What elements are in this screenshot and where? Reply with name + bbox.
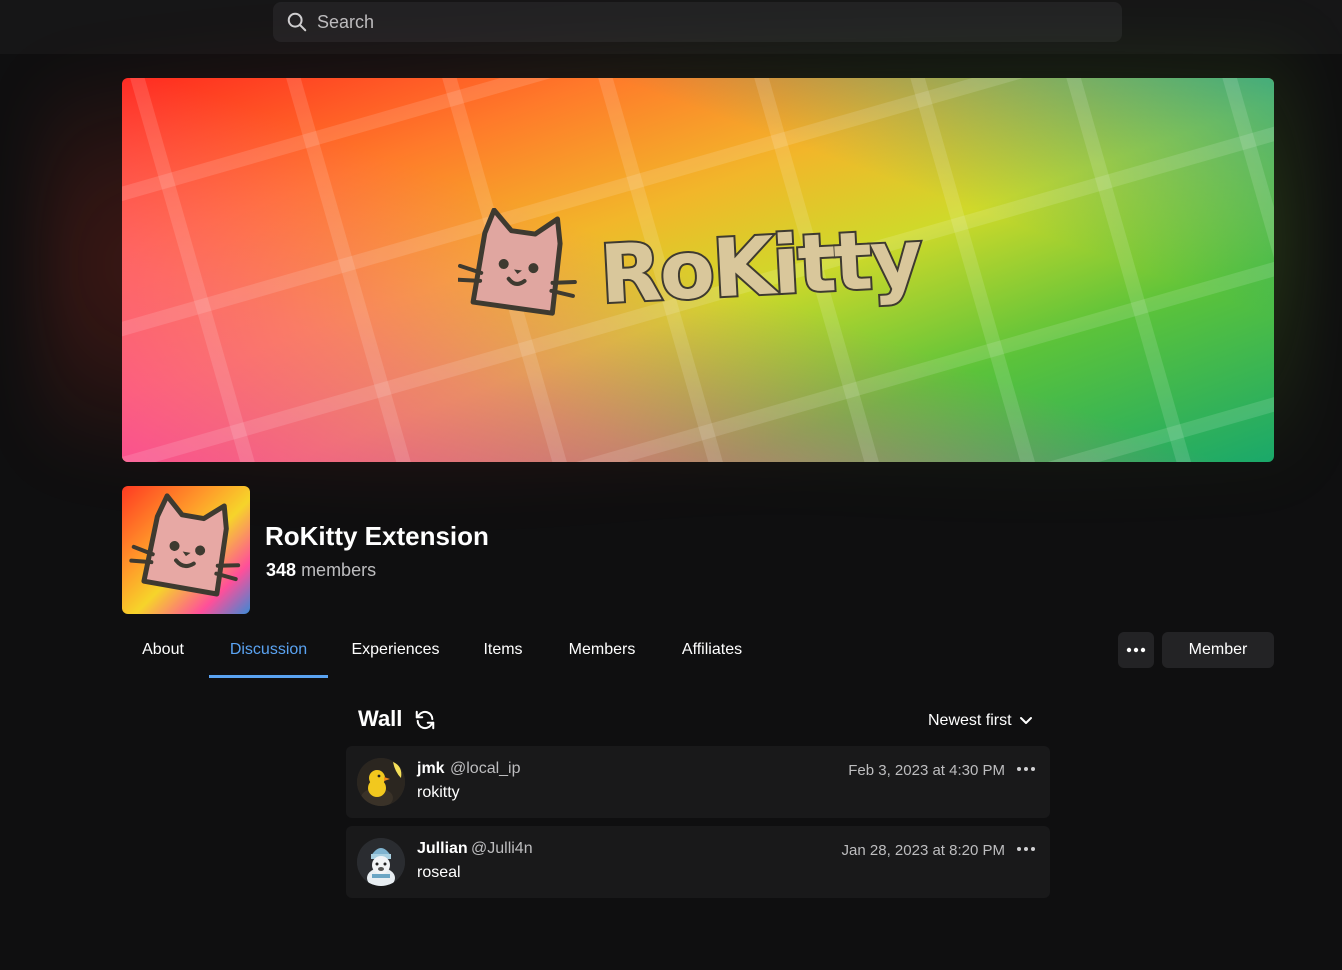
more-dots-icon	[1126, 647, 1146, 653]
tab-items[interactable]: Items	[472, 630, 534, 678]
search-icon	[287, 12, 307, 32]
wall-post: jmk @local_ip rokitty Feb 3, 2023 at 4:3…	[346, 746, 1050, 818]
search-input[interactable]	[317, 11, 1122, 33]
member-count-number: 348	[266, 560, 297, 580]
cat-logo-icon	[129, 493, 241, 597]
post-author-username[interactable]: @local_ip	[450, 760, 521, 778]
tab-affiliates[interactable]: Affiliates	[670, 630, 754, 678]
wall-title: Wall	[358, 706, 403, 731]
post-author-username[interactable]: @Julli4n	[471, 840, 533, 858]
member-count-label: members	[301, 560, 377, 580]
group-banner: RoKitty	[122, 78, 1274, 462]
more-dots-icon	[1017, 847, 1035, 851]
banner-wordmark: RoKitty	[596, 210, 925, 324]
sort-dropdown[interactable]: Newest first	[928, 710, 1033, 732]
wall-post: Jullian @Julli4n roseal Jan 28, 2023 at …	[346, 826, 1050, 898]
post-body: roseal	[417, 864, 461, 881]
user-avatar-icon	[357, 838, 405, 886]
group-member-count: 348 members	[266, 560, 376, 581]
more-dots-icon	[1017, 767, 1035, 771]
avatar[interactable]	[357, 838, 405, 886]
post-timestamp: Jan 28, 2023 at 8:20 PM	[841, 842, 1005, 859]
post-body: rokitty	[417, 784, 460, 801]
post-more-button[interactable]	[1014, 840, 1038, 858]
post-more-button[interactable]	[1014, 760, 1038, 778]
search-bar[interactable]	[273, 2, 1122, 42]
group-more-button[interactable]	[1118, 632, 1154, 668]
chevron-down-icon	[1019, 717, 1032, 724]
post-author-name[interactable]: jmk	[417, 760, 445, 778]
banner-logo: RoKitty	[456, 207, 963, 333]
user-avatar-icon	[357, 758, 405, 806]
sort-label: Newest first	[928, 712, 1012, 729]
member-button[interactable]: Member	[1162, 632, 1274, 668]
group-icon	[122, 486, 250, 614]
tab-members[interactable]: Members	[558, 630, 646, 678]
tab-about[interactable]: About	[122, 630, 204, 678]
post-timestamp: Feb 3, 2023 at 4:30 PM	[848, 762, 1005, 779]
post-author-name[interactable]: Jullian	[417, 840, 468, 858]
cat-logo-icon	[456, 207, 577, 316]
group-name: RoKitty Extension	[265, 521, 489, 551]
tab-experiences[interactable]: Experiences	[342, 630, 449, 678]
tab-discussion[interactable]: Discussion	[209, 630, 328, 678]
refresh-icon[interactable]	[414, 709, 436, 731]
avatar[interactable]	[357, 758, 405, 806]
